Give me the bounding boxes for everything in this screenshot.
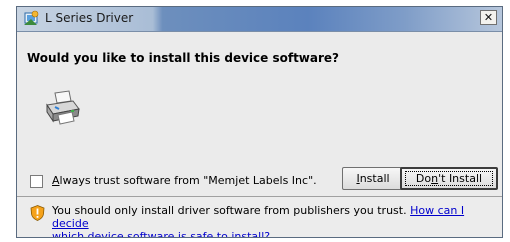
dialog-heading: Would you like to install this device so… bbox=[27, 51, 340, 65]
printer-icon bbox=[46, 90, 80, 125]
title-bar[interactable]: L Series Driver ✕ bbox=[17, 7, 502, 32]
warning-shield-icon bbox=[30, 205, 45, 221]
install-button-text: nstall bbox=[359, 172, 390, 185]
always-trust-checkbox[interactable] bbox=[30, 175, 43, 188]
focus-ring bbox=[405, 171, 493, 186]
footer-message: You should only install driver software … bbox=[52, 204, 497, 237]
close-button[interactable]: ✕ bbox=[480, 10, 497, 25]
dialog-content: Would you like to install this device so… bbox=[17, 32, 502, 196]
dialog-footer: You should only install driver software … bbox=[17, 197, 502, 237]
safe-software-help-link-cont[interactable]: which device software is safe to install… bbox=[52, 230, 270, 237]
always-trust-label-text: lways trust software from "Memjet Labels… bbox=[59, 174, 317, 187]
always-trust-label-accel: A bbox=[52, 174, 60, 187]
window-title: L Series Driver bbox=[45, 11, 134, 25]
install-dialog-window: L Series Driver ✕ Would you like to inst… bbox=[16, 6, 503, 238]
install-button[interactable]: Install bbox=[342, 167, 404, 190]
close-icon: ✕ bbox=[483, 11, 494, 24]
always-trust-label[interactable]: Always trust software from "Memjet Label… bbox=[52, 174, 317, 187]
driver-installer-icon bbox=[24, 10, 39, 25]
dont-install-button[interactable]: Don't Install bbox=[400, 167, 498, 190]
footer-text: You should only install driver software … bbox=[52, 204, 411, 217]
